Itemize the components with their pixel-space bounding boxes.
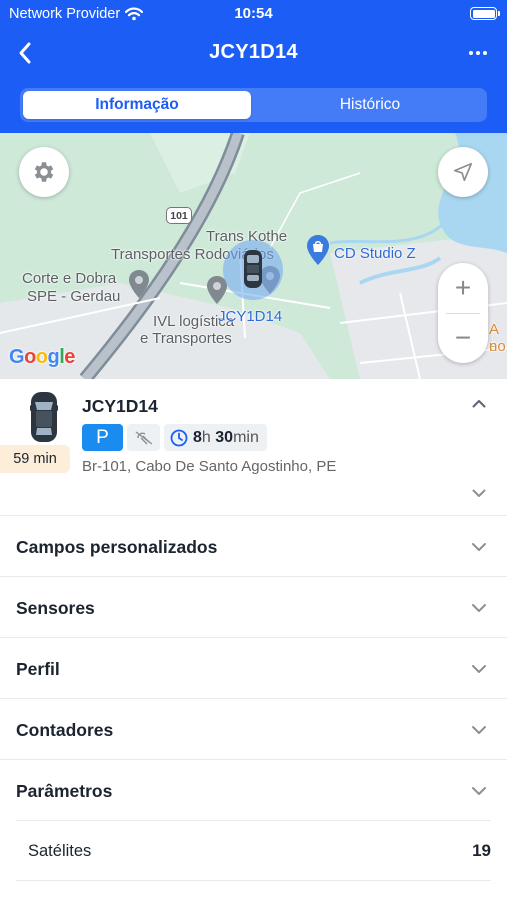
section-label: Perfil — [16, 659, 60, 679]
segmented-control: Informação Histórico — [20, 88, 487, 122]
google-letter: e — [64, 346, 75, 368]
vehicle-card[interactable]: 59 min JCY1D14 P 8h 30min Br-101, Cabo D… — [0, 379, 507, 515]
status-time: 10:54 — [234, 5, 273, 22]
chevron-down-icon — [467, 721, 491, 739]
divider — [16, 880, 491, 881]
section-campos-personalizados[interactable]: Campos personalizados — [0, 515, 507, 576]
expand-address-button[interactable] — [467, 484, 491, 502]
chevron-down-icon — [467, 538, 491, 556]
section-label: Campos personalizados — [16, 537, 218, 557]
duration-hours: 8 — [193, 428, 202, 446]
parameter-row: Satélites 19 — [16, 820, 491, 880]
map-label: Corte e Dobra — [22, 270, 117, 287]
map-label: e Transportes — [140, 330, 232, 347]
google-logo: Google — [9, 346, 75, 369]
chevron-down-icon — [467, 660, 491, 678]
parking-status-badge: P — [82, 424, 123, 451]
map-label: CD Studio Z — [334, 245, 416, 262]
vehicle-marker-icon[interactable] — [222, 239, 284, 301]
google-letter: G — [9, 346, 25, 368]
map-pin-icon[interactable] — [128, 269, 150, 299]
map-settings-button[interactable] — [19, 147, 69, 197]
navigation-arrow-icon — [453, 162, 473, 182]
section-parametros[interactable]: Parâmetros — [0, 759, 507, 820]
parking-duration-badge: 8h 30min — [164, 424, 267, 451]
map-view[interactable]: 101 Trans Kothe Transportes Rodoviários … — [0, 133, 507, 379]
google-letter: o — [24, 346, 36, 368]
status-bar: Network Provider 10:54 — [0, 0, 507, 28]
battery-icon — [470, 7, 500, 20]
parameter-value: 19 — [472, 841, 491, 860]
last-update-badge: 59 min — [0, 445, 70, 473]
zoom-out-button[interactable]: − — [438, 313, 488, 363]
section-sensores[interactable]: Sensores — [0, 576, 507, 637]
vehicle-map-label[interactable]: JCY1D14 — [218, 308, 282, 325]
more-dot — [476, 51, 480, 55]
more-button[interactable] — [463, 38, 493, 68]
duration-hours-unit: h — [201, 428, 211, 446]
chevron-down-icon — [472, 489, 486, 497]
car-icon — [30, 392, 58, 442]
page-title: JCY1D14 — [209, 41, 298, 63]
tab-historico[interactable]: Histórico — [256, 91, 484, 119]
google-letter: o — [35, 346, 48, 368]
map-label: no — [489, 338, 506, 355]
section-list: Campos personalizados Sensores Perfil Co… — [0, 515, 507, 880]
satellite-off-icon — [135, 430, 152, 445]
map-label: SPE - Gerdau — [27, 288, 121, 305]
section-contadores[interactable]: Contadores — [0, 698, 507, 759]
more-dot — [483, 51, 487, 55]
section-label: Contadores — [16, 720, 114, 740]
section-label: Sensores — [16, 598, 95, 618]
vehicle-address: Br-101, Cabo De Santo Agostinho, PE — [82, 458, 337, 475]
nav-bar: JCY1D14 — [0, 32, 507, 74]
vehicle-name: JCY1D14 — [82, 396, 158, 416]
clock-icon — [170, 429, 188, 446]
duration-minutes: 30 — [215, 428, 234, 446]
locate-button[interactable] — [438, 147, 488, 197]
gps-off-badge — [127, 424, 160, 451]
chevron-down-icon — [467, 782, 491, 800]
header: Network Provider 10:54 JCY1D14 Informaçã… — [0, 0, 507, 133]
shopping-pin-icon[interactable] — [306, 234, 330, 266]
gear-icon — [34, 162, 54, 182]
chevron-up-icon — [472, 399, 486, 407]
collapse-card-button[interactable] — [467, 394, 491, 412]
section-perfil[interactable]: Perfil — [0, 637, 507, 698]
duration-minutes-unit: min — [233, 428, 259, 446]
parameter-label: Satélites — [28, 842, 92, 860]
zoom-control: + − — [438, 263, 488, 363]
status-chips: P 8h 30min — [82, 424, 267, 451]
section-label: Parâmetros — [16, 781, 113, 801]
duration-text: 8h 30min — [193, 429, 259, 447]
tab-informacao[interactable]: Informação — [23, 91, 251, 119]
google-letter: g — [47, 346, 60, 368]
chevron-down-icon — [467, 599, 491, 617]
zoom-in-button[interactable]: + — [438, 263, 488, 313]
route-shield: 101 — [166, 207, 192, 224]
more-dot — [469, 51, 473, 55]
